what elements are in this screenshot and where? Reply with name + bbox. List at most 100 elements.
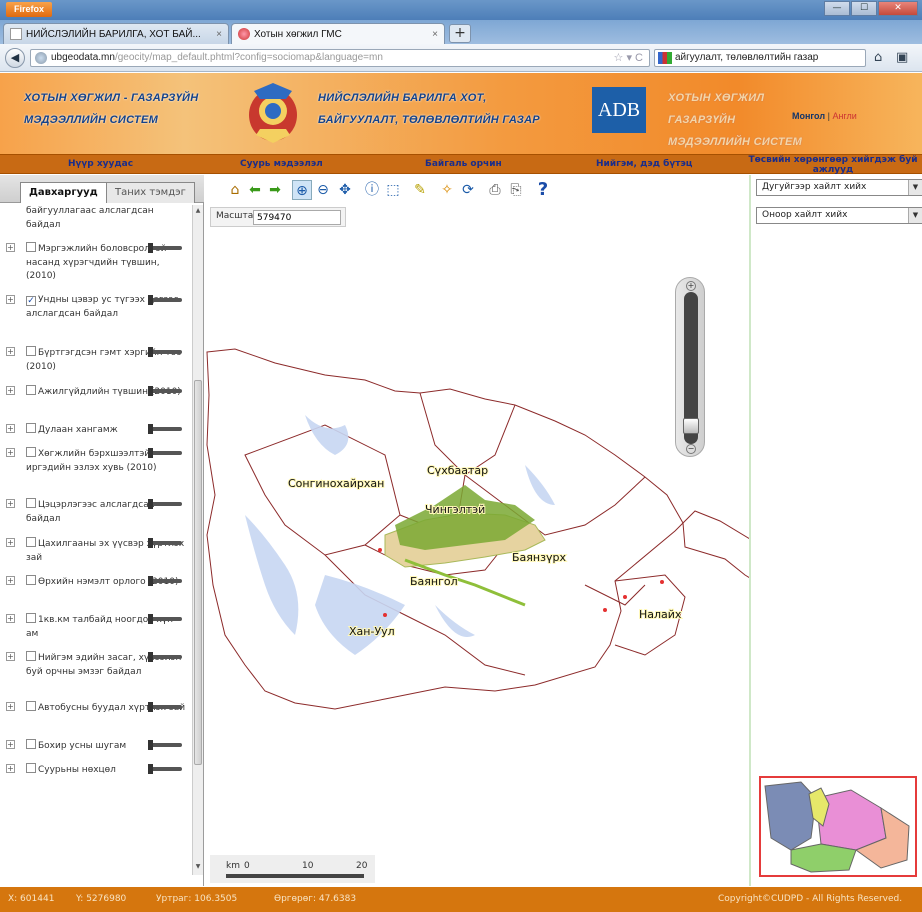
layer-checkbox[interactable] [26, 423, 36, 433]
expand-icon[interactable]: + [6, 448, 15, 457]
expand-icon[interactable]: + [6, 702, 15, 711]
opacity-slider[interactable] [148, 576, 182, 586]
expand-icon[interactable]: + [6, 576, 15, 585]
layer-item[interactable]: + Нийгэм эдийн засаг, хүрээлэн буй орчны … [6, 651, 186, 679]
opacity-slider[interactable] [148, 347, 182, 357]
lang-mongolian-link[interactable]: Монгол [792, 111, 825, 121]
map-canvas[interactable]: Сонгинохайрхан Сүхбаатар Чингэлтэй Баянз… [205, 335, 749, 735]
home-icon[interactable]: ⌂ [225, 180, 245, 200]
expand-icon[interactable]: + [6, 243, 15, 252]
identify-icon[interactable]: ⓘ [362, 180, 382, 200]
search-engine-icon[interactable] [658, 52, 672, 64]
layer-item[interactable]: +1кв.км талбайд ноогдох хүн ам [6, 613, 186, 641]
layer-item[interactable]: + Бүртгэгдсэн гэмт хэргийн тоо (2010) [6, 346, 186, 374]
expand-icon[interactable]: + [6, 386, 15, 395]
layer-item[interactable]: + Цахилгааны эх үүсвэр хүртлэх зай [6, 537, 186, 565]
firefox-menu-button[interactable]: Firefox [6, 2, 53, 17]
bookmark-star-icon[interactable]: ☆ ▾ C [614, 50, 643, 66]
zoom-plus-icon[interactable]: + [686, 281, 696, 291]
layer-checkbox[interactable] [26, 537, 36, 547]
expand-icon[interactable]: + [6, 424, 15, 433]
opacity-slider[interactable] [148, 538, 182, 548]
layer-item[interactable]: + Цэцэрлэгээс алслагдсан байдал [6, 498, 186, 526]
refresh-icon[interactable]: ⟳ [458, 180, 478, 200]
new-tab-button[interactable]: + [449, 24, 471, 43]
expand-icon[interactable]: + [6, 652, 15, 661]
menu-base-info[interactable]: Суурь мэдээлэл [240, 155, 323, 173]
zoom-in-icon[interactable]: ⊕ [292, 180, 312, 200]
scroll-thumb[interactable] [194, 380, 202, 765]
bookmarks-icon[interactable]: ▣ [896, 50, 908, 65]
forward-icon[interactable]: ➡ [265, 180, 285, 200]
export-icon[interactable]: ⎘ [506, 180, 526, 200]
layer-checkbox[interactable] [26, 701, 36, 711]
expand-icon[interactable]: + [6, 499, 15, 508]
help-icon[interactable]: ? [533, 180, 553, 200]
overview-map[interactable] [759, 776, 917, 877]
layer-item[interactable]: + Ажилгүйдлийн түвшин (2010) [6, 385, 186, 400]
layer-item[interactable]: + Өрхийн нэмэлт орлого (2010) [6, 575, 186, 590]
area-search-select[interactable]: Дугуйгээр хайлт хийх ▼ [756, 179, 922, 196]
opacity-slider[interactable] [148, 764, 182, 774]
layer-checkbox[interactable] [26, 498, 36, 508]
close-tab-icon[interactable]: × [432, 29, 438, 40]
expand-icon[interactable]: + [6, 347, 15, 356]
close-tab-icon[interactable]: × [216, 29, 222, 40]
layer-checkbox[interactable] [26, 447, 36, 457]
chevron-down-icon[interactable]: ▼ [908, 180, 922, 195]
chevron-down-icon[interactable]: ▼ [908, 208, 922, 223]
back-icon[interactable]: ⬅ [245, 180, 265, 200]
coordinate-search-select[interactable]: Оноор хайлт хийх ▼ [756, 207, 922, 224]
search-bar[interactable]: айгуулалт, төлөвлөлтийн газар [654, 49, 866, 67]
layer-checkbox[interactable] [26, 385, 36, 395]
clear-icon[interactable]: ✧ [437, 180, 457, 200]
layer-checkbox[interactable] [26, 242, 36, 252]
layer-list-scrollbar[interactable]: ▲ ▼ [192, 205, 203, 875]
opacity-slider[interactable] [148, 614, 182, 624]
opacity-slider[interactable] [148, 243, 182, 253]
layer-checkbox[interactable] [26, 763, 36, 773]
address-bar[interactable]: ubgeodata.mn/geocity/map_default.phtml?c… [30, 49, 650, 67]
menu-social-infrastructure[interactable]: Нийгэм, дэд бүтэц [596, 155, 692, 173]
back-button[interactable]: ◀ [5, 48, 25, 68]
expand-icon[interactable]: + [6, 764, 15, 773]
layer-item[interactable]: + Суурьны нөхцөл [6, 763, 186, 778]
layer-checkbox[interactable] [26, 651, 36, 661]
opacity-slider[interactable] [148, 295, 182, 305]
opacity-slider[interactable] [148, 740, 182, 750]
expand-icon[interactable]: + [6, 538, 15, 547]
layer-item[interactable]: + ✓ Ундны цэвэр ус түгээх цэгээс алслагдса… [6, 294, 186, 321]
pan-icon[interactable]: ✥ [335, 180, 355, 200]
layer-checkbox[interactable]: ✓ [26, 296, 36, 306]
layer-item[interactable]: + Мэргэжлийн боловсролтой насанд хүрэгчди… [6, 242, 186, 284]
layer-checkbox[interactable] [26, 346, 36, 356]
scroll-down-icon[interactable]: ▼ [193, 863, 203, 873]
layer-item[interactable]: байгууллагаас алслагдсан байдал [26, 205, 186, 232]
scroll-up-icon[interactable]: ▲ [193, 207, 203, 217]
menu-budget-projects[interactable]: Төсвийн хөрөнгөөр хийгдэж буй ажлууд [748, 155, 918, 175]
home-icon[interactable]: ⌂ [874, 50, 882, 65]
browser-tab-2[interactable]: Хотын хөгжил ГМС × [231, 23, 445, 44]
layer-checkbox[interactable] [26, 739, 36, 749]
lang-english-link[interactable]: Англи [832, 111, 856, 121]
map-area[interactable]: ⌂ ⬅ ➡ ⊕ ⊖ ✥ ⓘ ⬚ ✎ ✧ ⟳ ⎙ ⎘ ? Масштаб 1: +… [205, 175, 749, 886]
layer-item[interactable]: + Автобусны буудал хүртлэх зай [6, 701, 186, 716]
scale-input[interactable] [253, 210, 341, 225]
expand-icon[interactable]: + [6, 614, 15, 623]
opacity-slider[interactable] [148, 499, 182, 509]
expand-icon[interactable]: + [6, 295, 15, 304]
minimize-button[interactable]: — [824, 1, 850, 16]
expand-icon[interactable]: + [6, 740, 15, 749]
opacity-slider[interactable] [148, 652, 182, 662]
layer-item[interactable]: + Дулаан хангамж [6, 423, 186, 438]
measure-icon[interactable]: ✎ [410, 180, 430, 200]
opacity-slider[interactable] [148, 424, 182, 434]
maximize-button[interactable]: ☐ [851, 1, 877, 16]
menu-environment[interactable]: Байгаль орчин [425, 155, 502, 173]
layer-item[interactable]: + Бохир усны шугам [6, 739, 186, 754]
select-icon[interactable]: ⬚ [383, 180, 403, 200]
layer-item[interactable]: + Хөгжлийн бэрхшээлтэй иргэдийн эзлэх хув… [6, 447, 186, 475]
browser-tab-1[interactable]: НИЙСЛЭЛИЙН БАРИЛГА, ХОТ БАЙ... × [3, 23, 229, 44]
layer-checkbox[interactable] [26, 613, 36, 623]
tab-layers[interactable]: Давхаргууд [20, 182, 107, 203]
